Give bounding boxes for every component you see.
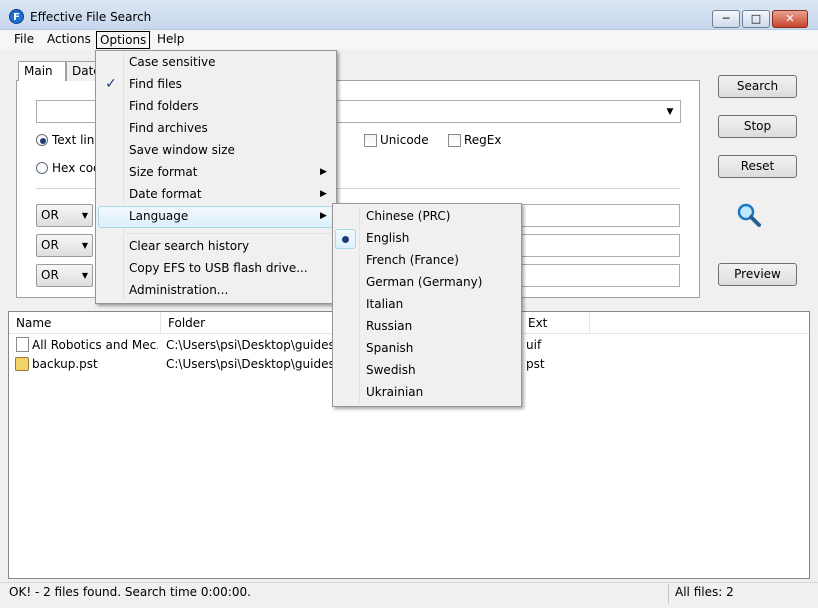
language-russian[interactable]: Russian — [366, 315, 412, 337]
menu-help[interactable]: Help — [153, 31, 188, 49]
close-button[interactable]: ✕ — [772, 10, 808, 28]
menu-item-copy-efs-usb[interactable]: Copy EFS to USB flash drive... — [129, 257, 308, 279]
document-icon — [16, 337, 29, 352]
menu-item-case-sensitive[interactable]: Case sensitive — [129, 51, 216, 73]
dropdown-arrow-icon: ▼ — [81, 211, 88, 220]
logic-value: OR — [41, 268, 59, 282]
condition-field-3[interactable] — [520, 264, 680, 287]
language-spanish[interactable]: Spanish — [366, 337, 413, 359]
language-german[interactable]: German (Germany) — [366, 271, 482, 293]
result-folder[interactable]: C:\Users\psi\Desktop\guides ... — [166, 355, 332, 374]
language-chinese[interactable]: Chinese (PRC) — [366, 205, 450, 227]
logic-value: OR — [41, 208, 59, 222]
result-name[interactable]: All Robotics and Mec... — [32, 336, 158, 355]
reset-button[interactable]: Reset — [718, 155, 797, 178]
menu-item-find-folders[interactable]: Find folders — [129, 95, 199, 117]
menu-options[interactable]: Options — [96, 31, 151, 49]
column-header-folder[interactable]: Folder — [161, 312, 333, 334]
result-name[interactable]: backup.pst — [32, 355, 158, 374]
menu-item-administration[interactable]: Administration... — [129, 279, 228, 301]
menu-file[interactable]: File — [10, 31, 38, 49]
column-header-ext[interactable]: Ext — [520, 312, 590, 334]
close-icon: ✕ — [785, 12, 795, 25]
menu-item-find-files[interactable]: Find files — [129, 73, 182, 95]
result-folder[interactable]: C:\Users\psi\Desktop\guides ... — [166, 336, 332, 355]
column-header-name[interactable]: Name — [9, 312, 161, 334]
logic-combo-3[interactable]: OR ▼ — [36, 264, 93, 287]
menu-item-date-format[interactable]: Date format — [129, 183, 202, 205]
radio-hex-code[interactable] — [36, 162, 48, 174]
minimize-button[interactable]: ─ — [712, 10, 740, 28]
preview-button[interactable]: Preview — [718, 263, 797, 286]
dropdown-arrow-icon[interactable]: ▼ — [662, 104, 678, 120]
language-submenu — [332, 203, 522, 407]
menu-actions[interactable]: Actions — [43, 31, 95, 49]
condition-field-1[interactable] — [520, 204, 680, 227]
status-message: OK! - 2 files found. Search time 0:00:00… — [9, 585, 251, 599]
menu-separator — [126, 233, 334, 234]
submenu-arrow-icon: ▶ — [320, 211, 327, 221]
checkbox-unicode[interactable] — [364, 134, 377, 147]
label-regex: RegEx — [464, 133, 502, 147]
magnifier-icon — [737, 203, 761, 227]
stop-button[interactable]: Stop — [718, 115, 797, 138]
language-swedish[interactable]: Swedish — [366, 359, 416, 381]
submenu-arrow-icon: ▶ — [320, 189, 327, 199]
window-title: Effective File Search — [30, 10, 152, 24]
menu-item-language[interactable]: Language — [129, 205, 188, 227]
menu-item-clear-search-history[interactable]: Clear search history — [129, 235, 249, 257]
dropdown-arrow-icon: ▼ — [81, 241, 88, 250]
radio-text-line[interactable] — [36, 134, 48, 146]
label-unicode: Unicode — [380, 133, 429, 147]
logic-combo-2[interactable]: OR ▼ — [36, 234, 93, 257]
language-ukrainian[interactable]: Ukrainian — [366, 381, 423, 403]
radio-selected-icon — [335, 229, 356, 249]
status-separator — [668, 584, 669, 604]
result-ext[interactable]: pst — [526, 355, 586, 374]
condition-field-2[interactable] — [520, 234, 680, 257]
dropdown-arrow-icon: ▼ — [81, 271, 88, 280]
maximize-button[interactable]: □ — [742, 10, 770, 28]
radio-selected-dot — [40, 138, 46, 144]
pst-file-icon — [15, 357, 29, 371]
menu-item-find-archives[interactable]: Find archives — [129, 117, 208, 139]
status-file-count: All files: 2 — [675, 585, 734, 599]
maximize-icon: □ — [750, 12, 762, 25]
tab-date[interactable]: Date — [66, 61, 96, 81]
logic-value: OR — [41, 238, 59, 252]
minimize-icon: ─ — [722, 12, 730, 25]
menu-item-save-window-size[interactable]: Save window size — [129, 139, 235, 161]
language-english[interactable]: English — [366, 227, 409, 249]
tab-main[interactable]: Main — [18, 61, 66, 81]
search-button[interactable]: Search — [718, 75, 797, 98]
language-italian[interactable]: Italian — [366, 293, 403, 315]
submenu-arrow-icon: ▶ — [320, 167, 327, 177]
menu-item-size-format[interactable]: Size format — [129, 161, 197, 183]
checkbox-regex[interactable] — [448, 134, 461, 147]
logic-combo-1[interactable]: OR ▼ — [36, 204, 93, 227]
language-french[interactable]: French (France) — [366, 249, 459, 271]
app-icon: F — [9, 9, 24, 24]
result-ext[interactable]: uif — [526, 336, 586, 355]
checkmark-icon: ✓ — [105, 76, 117, 92]
